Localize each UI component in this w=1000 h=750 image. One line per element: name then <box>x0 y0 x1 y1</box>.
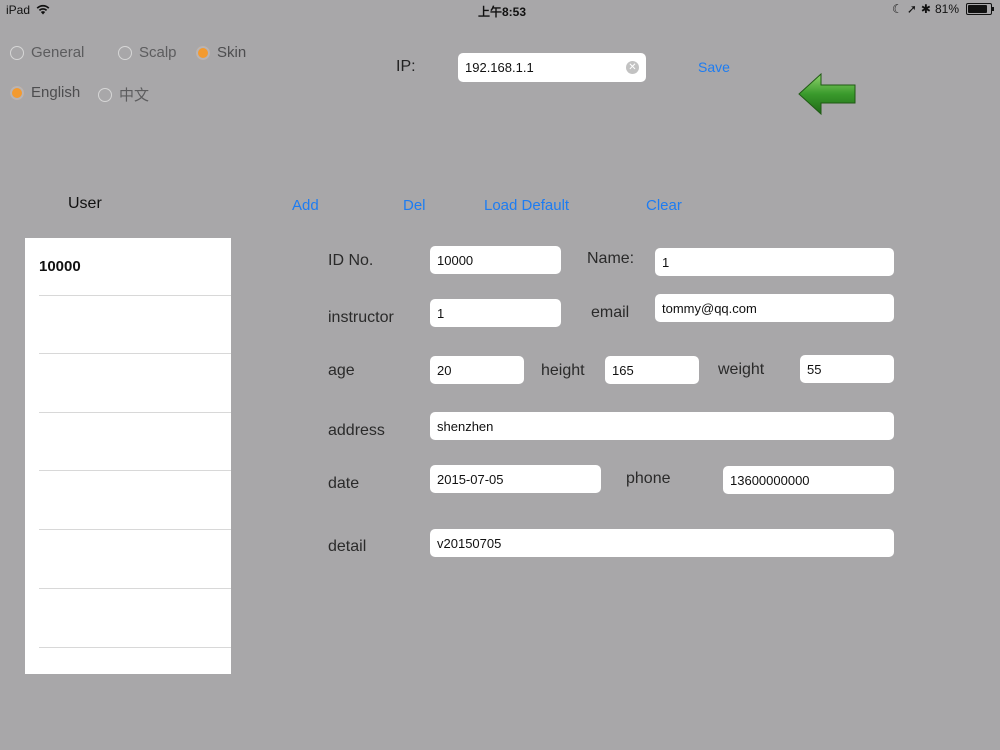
radio-chinese-label: 中文 <box>119 87 150 104</box>
user-list-item[interactable] <box>39 648 231 706</box>
status-right-group: ☾ ➚ ✱ 81% <box>892 2 994 16</box>
save-button[interactable]: Save <box>698 59 730 75</box>
radio-general-indicator <box>10 45 24 60</box>
radio-english-indicator <box>10 85 24 100</box>
user-list-title: User <box>68 195 102 212</box>
radio-skin[interactable]: Skin <box>196 44 246 61</box>
detail-input[interactable] <box>430 529 894 557</box>
date-input[interactable] <box>430 465 601 493</box>
weight-label: weight <box>718 361 765 378</box>
email-input[interactable] <box>655 294 894 322</box>
radio-skin-indicator <box>196 45 210 60</box>
age-label: age <box>328 362 355 379</box>
ip-input[interactable] <box>458 53 646 82</box>
back-arrow-icon[interactable] <box>797 72 859 121</box>
radio-skin-label: Skin <box>217 44 247 61</box>
user-list-item[interactable] <box>39 590 231 648</box>
address-label: address <box>328 422 385 439</box>
radio-scalp-label: Scalp <box>139 44 177 61</box>
battery-percent: 81% <box>934 2 959 16</box>
age-input[interactable] <box>430 356 524 384</box>
location-arrow-icon: ➚ <box>906 2 917 16</box>
clear-button[interactable]: Clear <box>646 197 682 214</box>
radio-english[interactable]: English <box>10 84 80 101</box>
delete-button[interactable]: Del <box>403 197 426 214</box>
battery-icon <box>966 3 994 15</box>
radio-english-label: English <box>31 84 81 101</box>
name-input[interactable] <box>655 248 894 276</box>
id-label: ID No. <box>328 252 374 269</box>
phone-label: phone <box>626 470 671 487</box>
address-input[interactable] <box>430 412 894 440</box>
user-list-item[interactable] <box>39 472 231 530</box>
radio-scalp-indicator <box>118 45 132 60</box>
user-list: 10000 <box>25 238 231 674</box>
load-default-button[interactable]: Load Default <box>484 197 569 214</box>
email-label: email <box>591 304 630 321</box>
height-label: height <box>541 362 585 379</box>
clear-input-icon[interactable]: ✕ <box>626 61 639 74</box>
weight-input[interactable] <box>800 355 894 383</box>
user-list-item[interactable] <box>39 413 231 471</box>
id-input[interactable] <box>430 246 561 274</box>
name-label: Name: <box>587 250 635 267</box>
user-list-item[interactable]: 10000 <box>39 238 231 296</box>
wifi-icon <box>36 2 50 20</box>
instructor-input[interactable] <box>430 299 561 327</box>
user-id: 10000 <box>39 258 81 275</box>
user-list-item[interactable] <box>39 296 231 354</box>
user-list-item[interactable] <box>39 355 231 413</box>
add-button[interactable]: Add <box>292 197 319 214</box>
user-list-item[interactable] <box>39 531 231 589</box>
radio-scalp[interactable]: Scalp <box>118 44 177 61</box>
radio-chinese-indicator <box>98 87 112 102</box>
phone-input[interactable] <box>723 466 894 494</box>
date-label: date <box>328 475 360 492</box>
ip-label: IP: <box>396 58 416 75</box>
height-input[interactable] <box>605 356 699 384</box>
instructor-label: instructor <box>328 309 394 326</box>
status-time: 上午8:53 <box>478 5 527 19</box>
detail-label: detail <box>328 538 367 555</box>
radio-general-label: General <box>31 44 85 61</box>
status-device-name: iPad <box>6 3 31 17</box>
radio-general[interactable]: General <box>10 44 84 61</box>
moon-icon: ☾ <box>892 2 903 16</box>
radio-chinese[interactable]: 中文 <box>98 84 149 105</box>
bluetooth-icon: ✱ <box>920 2 931 16</box>
